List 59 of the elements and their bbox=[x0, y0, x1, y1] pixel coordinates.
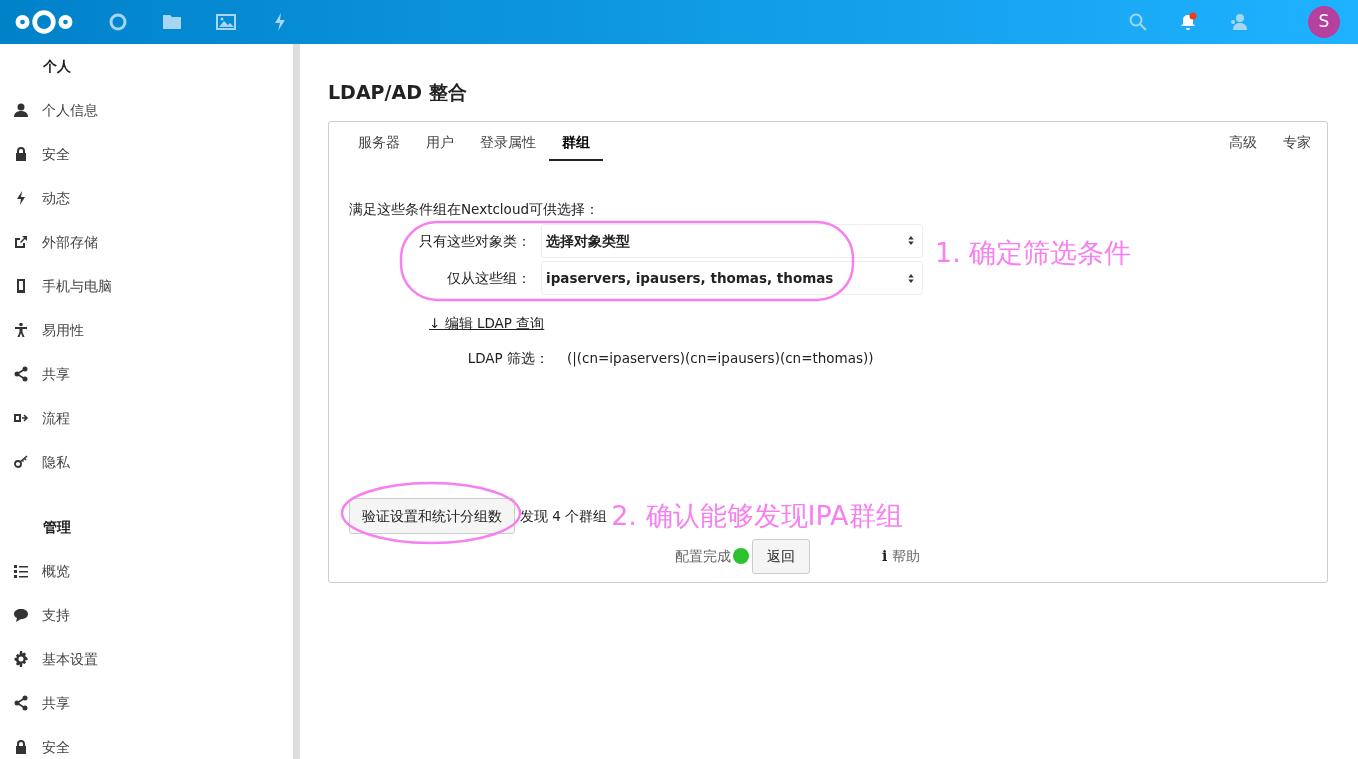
image-icon[interactable] bbox=[216, 12, 236, 32]
sidebar-item[interactable]: 支持 bbox=[0, 593, 293, 637]
share-icon bbox=[13, 366, 29, 382]
section-heading: 管理 bbox=[43, 519, 71, 535]
select-field[interactable]: ipaservers, ipausers, thomas, thomas bbox=[541, 261, 923, 296]
sort-arrows-icon bbox=[908, 236, 914, 246]
tab[interactable]: 群组 bbox=[549, 129, 603, 161]
sidebar-item[interactable]: 手机与电脑 bbox=[0, 264, 293, 308]
sidebar-item[interactable]: 共享 bbox=[0, 352, 293, 396]
folder-icon[interactable] bbox=[162, 12, 182, 32]
field-label: LDAP 筛选： bbox=[467, 349, 549, 366]
lock-icon bbox=[13, 739, 29, 755]
external-link-icon bbox=[13, 234, 29, 250]
tab[interactable]: 高级 bbox=[1216, 129, 1270, 161]
verify-button[interactable]: 验证设置和统计分组数 bbox=[349, 498, 515, 535]
result-text: 发现 4 个群组 bbox=[520, 507, 608, 527]
key-icon bbox=[13, 454, 29, 470]
sidebar-item[interactable]: 概览 bbox=[0, 549, 293, 593]
annotation-text: 2. 确认能够发现IPA群组 bbox=[611, 499, 903, 533]
edit-query-link[interactable]: ↓ 编辑 LDAP 查询 bbox=[429, 312, 545, 333]
list-icon bbox=[13, 563, 29, 579]
field-label: 只有这些对象类： bbox=[419, 232, 531, 249]
sidebar-item[interactable]: 个人信息 bbox=[0, 88, 293, 132]
speech-bubble-icon bbox=[13, 607, 29, 623]
field-label: 仅从这些组： bbox=[447, 270, 531, 287]
accessibility-icon bbox=[13, 322, 29, 338]
user-avatar[interactable]: S bbox=[1308, 6, 1340, 38]
sidebar-item[interactable]: 基本设置 bbox=[0, 637, 293, 681]
person-icon bbox=[13, 102, 29, 118]
circle-icon[interactable] bbox=[108, 12, 128, 32]
ldap-filter-text: (|(cn=ipaservers)(cn=ipausers)(cn=thomas)) bbox=[567, 348, 874, 368]
tab[interactable]: 登录属性 bbox=[467, 129, 549, 161]
sidebar-item[interactable]: 安全 bbox=[0, 725, 293, 759]
tab[interactable]: 服务器 bbox=[345, 129, 413, 161]
lock-icon bbox=[13, 146, 29, 162]
intro-text: 满足这些条件组在Nextcloud可供选择： bbox=[349, 199, 600, 219]
status-label: 配置完成 bbox=[675, 546, 731, 566]
contacts-icon[interactable] bbox=[1228, 12, 1248, 32]
sidebar-item[interactable]: 安全 bbox=[0, 132, 293, 176]
logo-icon[interactable] bbox=[14, 8, 74, 36]
section-heading: 个人 bbox=[43, 58, 71, 74]
sidebar-item[interactable]: 动态 bbox=[0, 176, 293, 220]
sidebar-item[interactable]: 流程 bbox=[0, 396, 293, 440]
page-title: LDAP/AD 整合 bbox=[328, 80, 468, 105]
sidebar-item[interactable]: 易用性 bbox=[0, 308, 293, 352]
sidebar-item[interactable]: 隐私 bbox=[0, 440, 293, 484]
help-link[interactable]: 帮助 bbox=[892, 545, 921, 567]
sort-arrows-icon bbox=[908, 273, 914, 283]
tab[interactable]: 专家 bbox=[1270, 129, 1311, 161]
select-field[interactable]: 选择对象类型 bbox=[541, 223, 923, 258]
sidebar-item[interactable]: 共享 bbox=[0, 681, 293, 725]
sidebar-item[interactable]: 外部存储 bbox=[0, 220, 293, 264]
annotation-text: 1. 确定筛选条件 bbox=[935, 237, 1132, 268]
settings-icon bbox=[13, 651, 29, 667]
info-icon: i bbox=[882, 545, 888, 567]
tab[interactable]: 用户 bbox=[413, 129, 467, 161]
back-button[interactable]: 返回 bbox=[752, 538, 810, 574]
share-icon bbox=[13, 695, 29, 711]
search-icon[interactable] bbox=[1128, 12, 1148, 32]
